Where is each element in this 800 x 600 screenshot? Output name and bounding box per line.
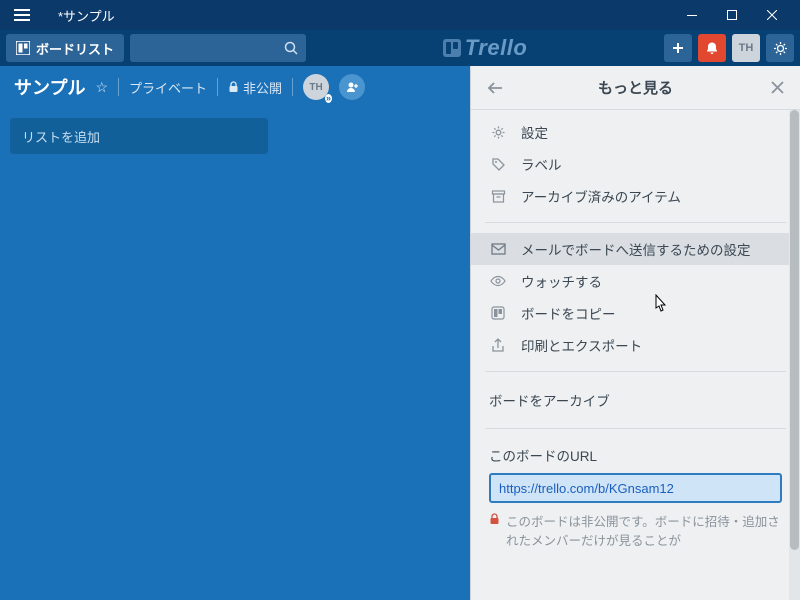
archive-icon (489, 189, 507, 204)
trello-logo-icon (443, 39, 461, 57)
menu-separator (485, 428, 786, 429)
side-menu-header: もっと見る (471, 66, 800, 110)
window-titlebar: *サンプル (0, 0, 800, 30)
trello-logo-text: Trello (465, 35, 528, 61)
tag-icon (489, 157, 507, 172)
copy-board-icon (489, 306, 507, 320)
search-input[interactable] (130, 34, 306, 62)
gear-icon (489, 125, 507, 140)
mail-icon (489, 243, 507, 255)
hamburger-menu-icon[interactable] (8, 1, 38, 29)
side-menu-close-button[interactable] (765, 77, 790, 98)
visibility-header-chip[interactable]: 非公開 (228, 78, 282, 97)
plus-icon (671, 41, 685, 55)
menu-item-print-export[interactable]: 印刷とエクスポート (471, 329, 800, 361)
app-header: ボードリスト Trello TH (0, 30, 800, 66)
notifications-button[interactable] (698, 34, 726, 62)
scrollbar-thumb[interactable] (790, 110, 799, 550)
gear-icon (773, 41, 788, 56)
menu-item-settings[interactable]: 設定 (471, 116, 800, 148)
side-menu-scrollbar[interactable] (789, 110, 800, 600)
menu-item-archived[interactable]: アーカイブ済みのアイテム (471, 180, 800, 212)
board-icon (16, 41, 30, 55)
add-member-icon (345, 80, 359, 94)
window-maximize-button[interactable] (712, 0, 752, 30)
window-title: *サンプル (58, 6, 672, 25)
lock-icon (489, 513, 500, 551)
board-private-note: このボードは非公開です。ボードに招待・追加されたメンバーだけが見ることが (471, 513, 800, 563)
menu-separator (485, 222, 786, 223)
settings-button[interactable] (766, 34, 794, 62)
side-menu-body: 設定 ラベル アーカイブ済みのアイテム メールでボードへ送信するための設定 (471, 110, 800, 600)
eye-icon (489, 275, 507, 287)
trello-logo[interactable]: Trello (312, 35, 658, 61)
arrow-left-icon (487, 81, 503, 95)
close-icon (771, 81, 784, 94)
menu-item-copy-board[interactable]: ボードをコピー (471, 297, 800, 329)
visibility-private-chip[interactable]: プライベート (129, 78, 207, 97)
admin-chevron-icon: » (325, 94, 332, 103)
window-minimize-button[interactable] (672, 0, 712, 30)
avatar-initials: TH (739, 42, 754, 54)
divider (217, 78, 218, 96)
board-url-label: このボードのURL (471, 439, 800, 473)
menu-item-watch[interactable]: ウォッチする (471, 265, 800, 297)
add-list-button[interactable]: リストを追加 (10, 118, 268, 154)
menu-separator (485, 371, 786, 372)
account-avatar[interactable]: TH (732, 34, 760, 62)
menu-item-email-to-board[interactable]: メールでボードへ送信するための設定 (471, 233, 800, 265)
menu-item-archive-board[interactable]: ボードをアーカイブ (471, 382, 800, 418)
board-url-input[interactable] (489, 473, 782, 503)
board-title[interactable]: サンプル (14, 74, 85, 100)
share-icon (489, 338, 507, 353)
bell-icon (705, 41, 719, 55)
boards-button[interactable]: ボードリスト (6, 34, 124, 62)
menu-item-labels[interactable]: ラベル (471, 148, 800, 180)
side-menu-title: もっと見る (598, 77, 673, 98)
create-button[interactable] (664, 34, 692, 62)
divider (292, 78, 293, 96)
side-menu-back-button[interactable] (481, 77, 509, 99)
board-side-menu: もっと見る 設定 ラベル アーカイブ済みのアイテム (470, 66, 800, 600)
lock-icon (228, 81, 239, 93)
add-member-button[interactable] (339, 74, 365, 100)
boards-button-label: ボードリスト (36, 39, 114, 58)
star-board-button[interactable]: ☆ (95, 79, 108, 96)
window-close-button[interactable] (752, 0, 792, 30)
divider (118, 78, 119, 96)
search-icon (284, 41, 298, 55)
board-member-avatar[interactable]: TH » (303, 74, 329, 100)
